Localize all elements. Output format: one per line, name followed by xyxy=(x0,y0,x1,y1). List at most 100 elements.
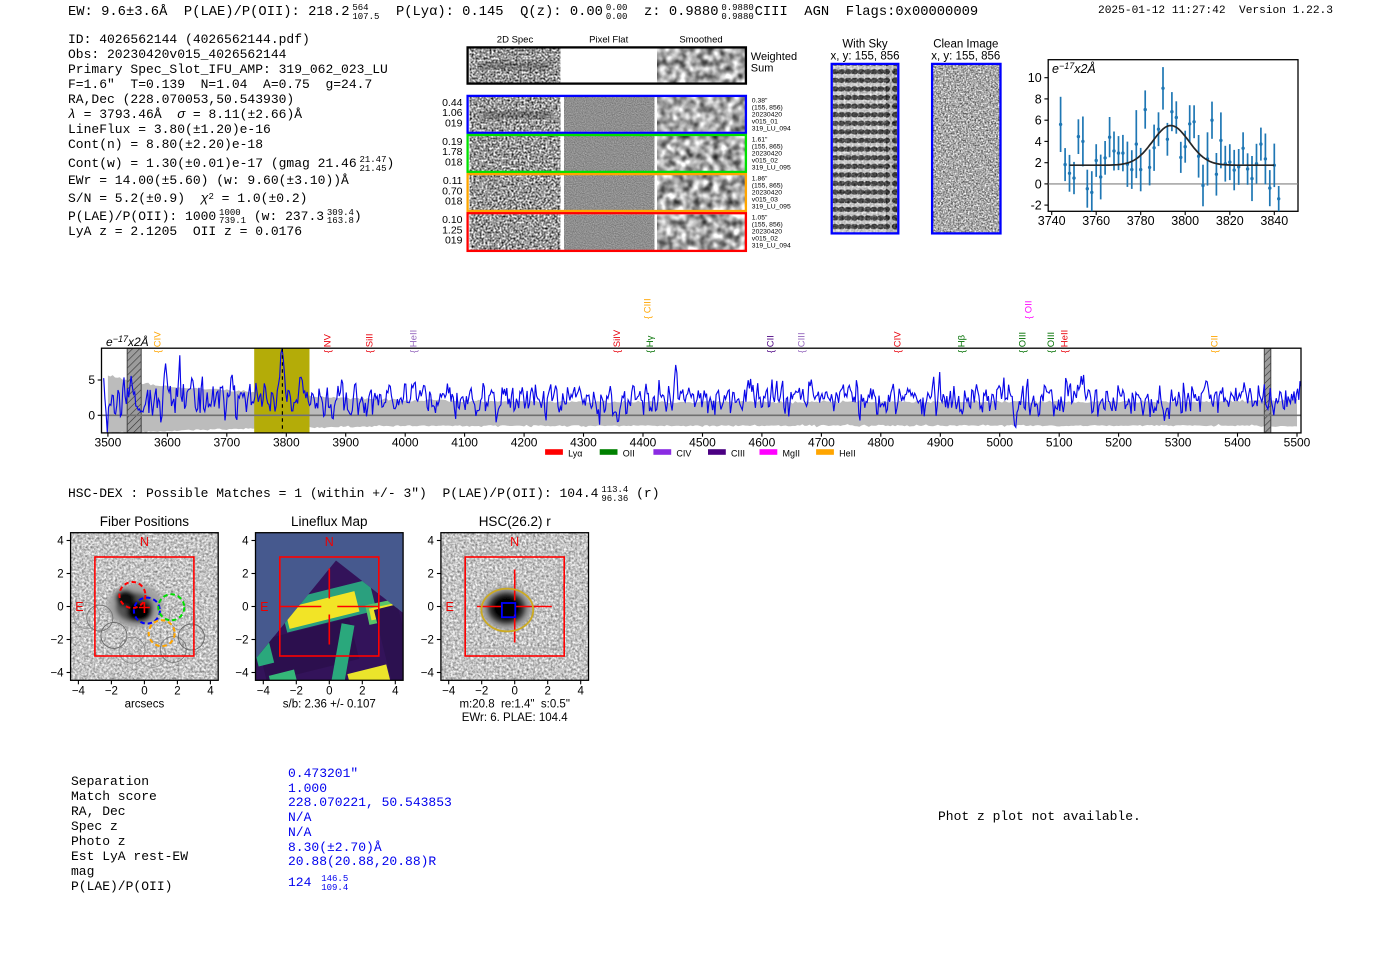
svg-text:019: 019 xyxy=(445,235,463,247)
svg-text:4900: 4900 xyxy=(927,436,954,450)
svg-text:10: 10 xyxy=(1028,71,1042,85)
svg-text:4400: 4400 xyxy=(630,436,657,450)
svg-text:CIII: CIII xyxy=(731,449,745,459)
svg-text:N: N xyxy=(510,535,519,549)
svg-text:2: 2 xyxy=(174,686,180,698)
svg-text:HSC(26.2) r: HSC(26.2) r xyxy=(479,514,552,529)
svg-text:{ OIII: { OIII xyxy=(1046,332,1057,353)
svg-text:{ Hγ: { Hγ xyxy=(645,335,656,353)
svg-text:−4: −4 xyxy=(72,686,86,698)
svg-text:019: 019 xyxy=(445,117,463,129)
svg-text:−4: −4 xyxy=(235,668,249,680)
svg-text:−4: −4 xyxy=(442,686,456,698)
svg-text:{ Hβ: { Hβ xyxy=(957,334,968,353)
svg-text:−4: −4 xyxy=(421,668,435,680)
svg-text:5200: 5200 xyxy=(1105,436,1132,450)
svg-text:{ HeII: { HeII xyxy=(1060,330,1071,353)
svg-text:2: 2 xyxy=(57,569,63,581)
svg-text:v015_02: v015_02 xyxy=(752,157,778,164)
svg-text:20230420: 20230420 xyxy=(752,111,782,118)
svg-text:4: 4 xyxy=(427,536,434,548)
svg-text:{ CIII: { CIII xyxy=(643,298,654,319)
svg-text:4: 4 xyxy=(577,686,584,698)
svg-text:{ SiIV: { SiIV xyxy=(612,329,623,353)
svg-text:s/b: 2.36 +/- 0.107: s/b: 2.36 +/- 0.107 xyxy=(283,699,376,711)
svg-text:3600: 3600 xyxy=(154,436,181,450)
svg-text:{ SiII: { SiII xyxy=(365,333,376,353)
svg-text:1.05": 1.05" xyxy=(752,215,768,222)
svg-text:CIV: CIV xyxy=(676,449,691,459)
svg-text:{ CII: { CII xyxy=(1209,335,1220,353)
svg-text:0: 0 xyxy=(427,602,433,614)
svg-text:(155, 856): (155, 856) xyxy=(752,222,783,229)
svg-text:2: 2 xyxy=(359,686,365,698)
svg-text:4500: 4500 xyxy=(689,436,716,450)
svg-text:Fiber Positions: Fiber Positions xyxy=(100,514,190,529)
svg-text:Weighted: Weighted xyxy=(751,51,797,63)
svg-text:Lyα: Lyα xyxy=(568,449,582,459)
svg-text:0: 0 xyxy=(326,686,332,698)
svg-text:2: 2 xyxy=(242,569,248,581)
svg-text:0: 0 xyxy=(141,686,147,698)
svg-text:With Sky: With Sky xyxy=(842,39,888,51)
svg-text:0: 0 xyxy=(511,686,517,698)
svg-text:20230420: 20230420 xyxy=(752,190,782,197)
svg-text:MgII: MgII xyxy=(783,449,801,459)
svg-text:HeII: HeII xyxy=(839,449,856,459)
svg-text:0: 0 xyxy=(242,602,248,614)
svg-text:2: 2 xyxy=(427,569,433,581)
svg-text:(155, 856): (155, 856) xyxy=(752,104,783,111)
svg-text:1.61": 1.61" xyxy=(752,136,768,143)
svg-text:e−17x2Å: e−17x2Å xyxy=(1052,61,1096,76)
svg-text:20230420: 20230420 xyxy=(752,229,782,236)
svg-text:E: E xyxy=(75,600,83,614)
svg-text:Smoothed: Smoothed xyxy=(679,35,722,46)
svg-text:3820: 3820 xyxy=(1216,214,1244,228)
svg-text:N: N xyxy=(140,535,149,549)
svg-text:−2: −2 xyxy=(290,686,303,698)
svg-text:−4: −4 xyxy=(50,668,64,680)
svg-text:−2: −2 xyxy=(235,635,248,647)
svg-text:3800: 3800 xyxy=(273,436,300,450)
svg-text:4: 4 xyxy=(242,536,249,548)
svg-text:4800: 4800 xyxy=(867,436,894,450)
svg-text:3840: 3840 xyxy=(1260,214,1288,228)
svg-text:0: 0 xyxy=(1035,177,1042,191)
svg-text:arcsecs: arcsecs xyxy=(125,699,165,711)
svg-text:v015_01: v015_01 xyxy=(752,118,778,125)
svg-text:018: 018 xyxy=(445,157,463,169)
svg-text:(155, 865): (155, 865) xyxy=(752,143,783,150)
svg-text:{ CIV: { CIV xyxy=(893,331,904,353)
svg-text:4600: 4600 xyxy=(749,436,776,450)
svg-text:1.86": 1.86" xyxy=(752,176,768,183)
svg-text:x, y: 155, 856: x, y: 155, 856 xyxy=(931,51,1000,63)
svg-text:−2: −2 xyxy=(421,635,434,647)
svg-text:v015_02: v015_02 xyxy=(752,236,778,243)
svg-text:4700: 4700 xyxy=(808,436,835,450)
svg-text:0: 0 xyxy=(57,602,63,614)
svg-text:5: 5 xyxy=(88,373,95,387)
svg-text:Lineflux Map: Lineflux Map xyxy=(291,514,368,529)
svg-text:E: E xyxy=(260,600,268,614)
svg-text:3780: 3780 xyxy=(1127,214,1155,228)
svg-text:{ OIII: { OIII xyxy=(1018,332,1029,353)
svg-text:EWr: 6. PLAE: 104.4: EWr: 6. PLAE: 104.4 xyxy=(462,712,569,724)
svg-text:x, y: 155, 856: x, y: 155, 856 xyxy=(830,51,899,63)
svg-text:Pixel Flat: Pixel Flat xyxy=(589,35,628,46)
svg-text:2D Spec: 2D Spec xyxy=(497,35,534,46)
svg-text:5000: 5000 xyxy=(986,436,1013,450)
svg-text:N: N xyxy=(325,535,334,549)
svg-text:{ OII: { OII xyxy=(1024,301,1035,319)
svg-text:3760: 3760 xyxy=(1082,214,1110,228)
svg-text:3800: 3800 xyxy=(1171,214,1199,228)
svg-text:−2: −2 xyxy=(50,635,63,647)
svg-text:4300: 4300 xyxy=(570,436,597,450)
svg-text:3740: 3740 xyxy=(1038,214,1066,228)
svg-text:4: 4 xyxy=(1035,135,1042,149)
svg-text:5300: 5300 xyxy=(1165,436,1192,450)
svg-text:2: 2 xyxy=(544,686,550,698)
svg-text:−2: −2 xyxy=(475,686,488,698)
svg-text:0: 0 xyxy=(88,408,95,422)
svg-text:4: 4 xyxy=(57,536,64,548)
svg-text:8: 8 xyxy=(1035,92,1042,106)
